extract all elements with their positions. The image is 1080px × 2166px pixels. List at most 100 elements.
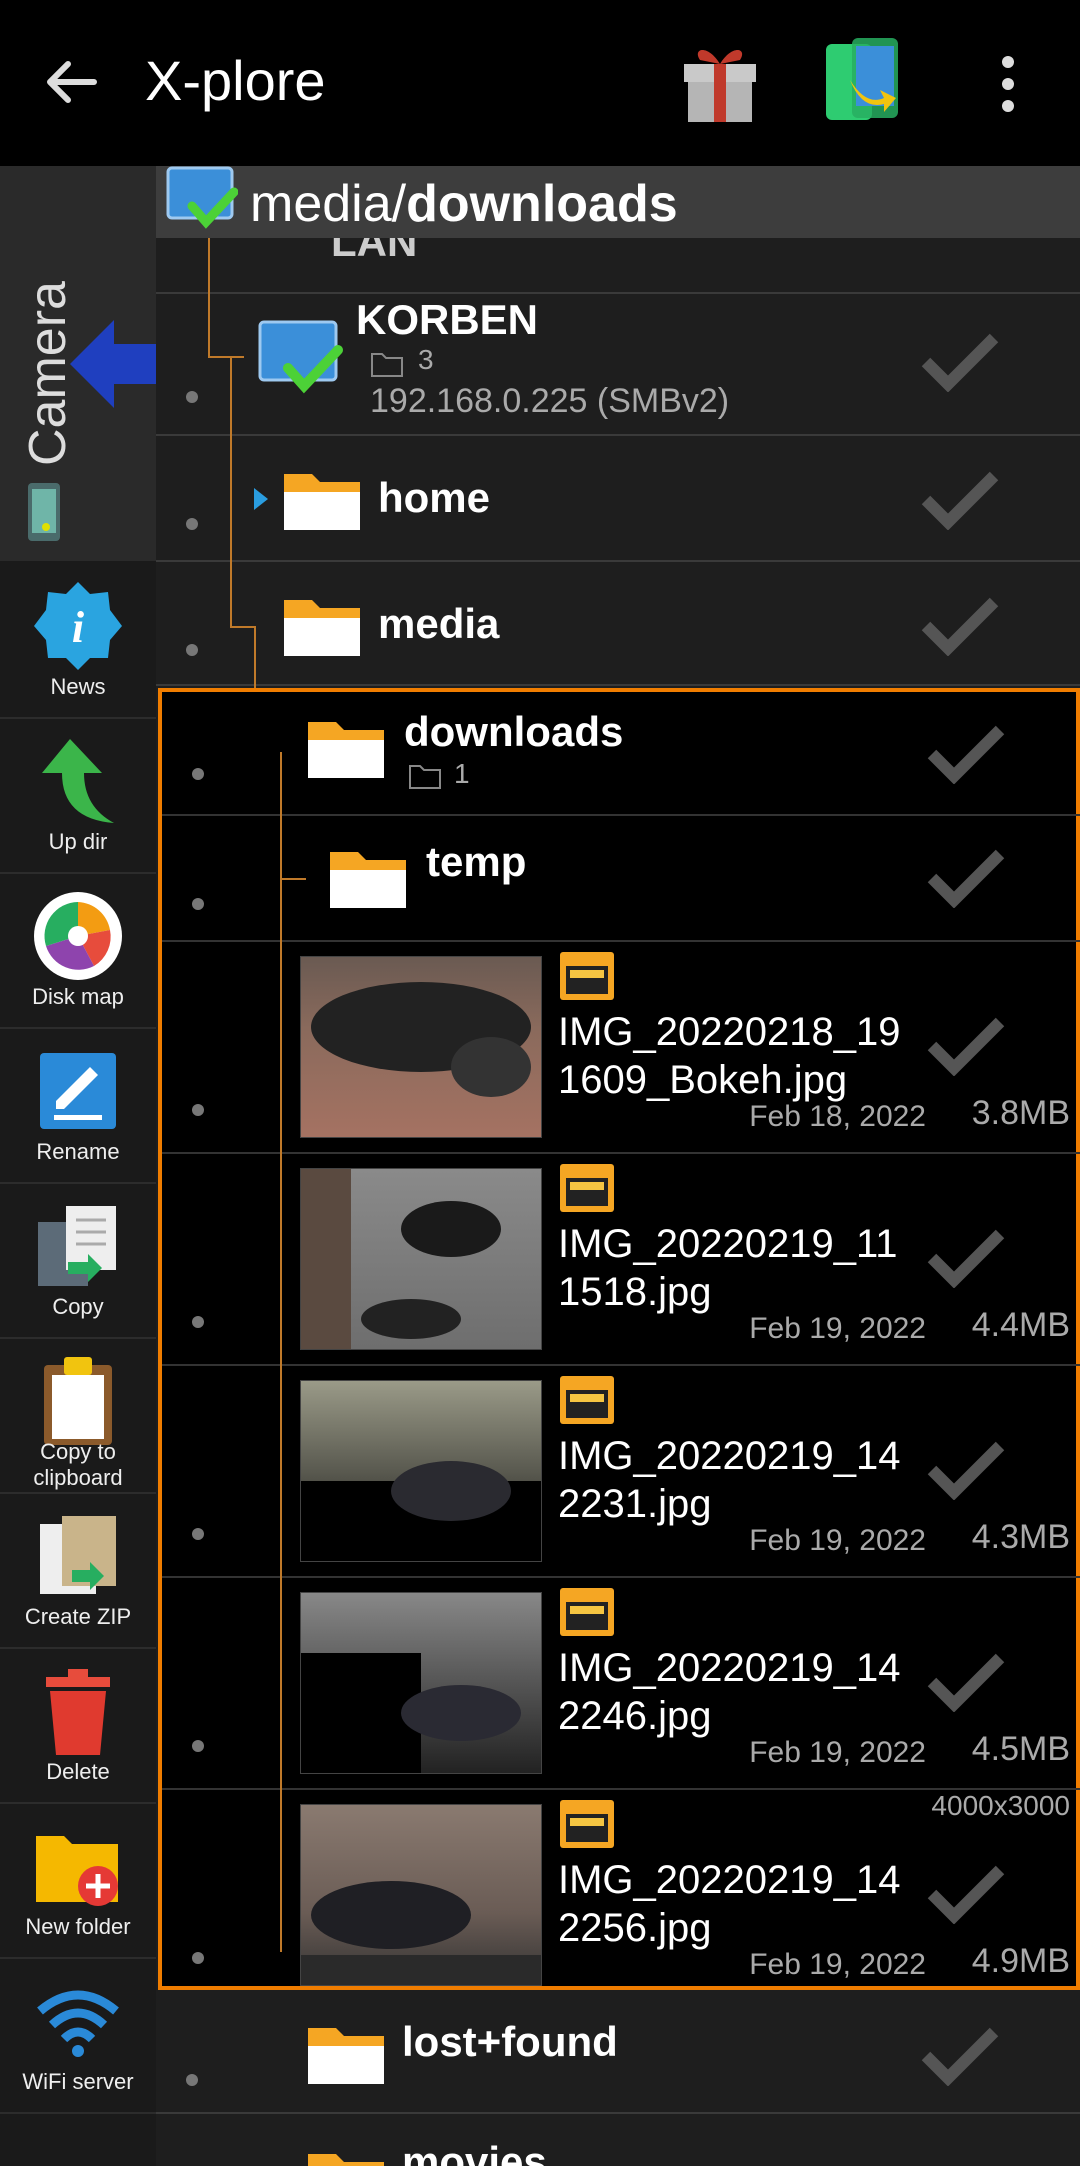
tree-line	[280, 878, 306, 880]
app-bar: X-plore	[0, 0, 1080, 166]
file-date: Feb 19, 2022	[749, 1524, 926, 1557]
folder-row-movies[interactable]: movies	[156, 2116, 1080, 2166]
file-name: IMG_20220219_14 2231.jpg	[558, 1434, 901, 1526]
file-name: IMG_20220219_14 2256.jpg	[558, 1858, 901, 1950]
row-dot	[186, 391, 198, 403]
folder-outline-icon	[371, 353, 403, 377]
file-row[interactable]: IMG_20220219_14 2256.jpg Feb 19, 2022 4.9…	[162, 1790, 1080, 1988]
folder-row-home[interactable]: home	[156, 438, 1080, 562]
expand-arrow-icon[interactable]	[252, 486, 270, 512]
row-dot	[192, 1740, 204, 1752]
wifi-server-button[interactable]: WiFi server	[0, 1959, 156, 2114]
file-date: Feb 18, 2022	[749, 1100, 926, 1133]
check-icon[interactable]	[920, 470, 1000, 530]
server-name: KORBEN	[356, 296, 539, 343]
file-size: 4.4MB	[971, 1306, 1070, 1344]
file-date: Feb 19, 2022	[749, 1736, 926, 1769]
folder-row-media[interactable]: media	[156, 564, 1080, 686]
image-thumbnail	[300, 1592, 542, 1774]
up-dir-label: Up dir	[48, 829, 108, 854]
check-icon[interactable]	[920, 2026, 1000, 2086]
tree-line	[208, 238, 210, 356]
back-arrow-icon[interactable]	[40, 50, 104, 114]
check-icon[interactable]	[926, 1016, 1006, 1076]
file-row[interactable]: IMG_20220219_14 2246.jpg Feb 19, 2022 4.5…	[162, 1580, 1080, 1790]
image-thumbnail	[300, 1168, 542, 1350]
news-button[interactable]: i News	[0, 564, 156, 719]
file-date: Feb 19, 2022	[749, 1948, 926, 1981]
row-dot	[192, 1952, 204, 1964]
row-dot	[192, 1316, 204, 1328]
path-header[interactable]: media/downloads	[156, 166, 1080, 238]
copy-label: Copy	[52, 1294, 104, 1319]
image-file-icon	[560, 1376, 614, 1424]
camera-tab[interactable]: Camera	[0, 166, 156, 561]
svg-text:i: i	[72, 603, 85, 652]
file-name: IMG_20220219_14 2246.jpg	[558, 1646, 901, 1738]
check-icon[interactable]	[926, 1440, 1006, 1500]
rename-button[interactable]: Rename	[0, 1029, 156, 1184]
delete-button[interactable]: Delete	[0, 1649, 156, 1804]
image-dimensions: 4000x3000	[931, 1790, 1070, 1821]
file-row[interactable]: IMG_20220219_14 2231.jpg Feb 19, 2022 4.3…	[162, 1368, 1080, 1578]
folder-icon	[308, 2154, 384, 2166]
file-size: 3.8MB	[971, 1094, 1070, 1132]
tree-line	[208, 356, 244, 358]
check-icon[interactable]	[926, 724, 1006, 784]
clipboard-icon	[44, 1357, 112, 1445]
create-zip-button[interactable]: Create ZIP	[0, 1494, 156, 1649]
row-dot	[192, 768, 204, 780]
folder-name: downloads	[404, 708, 624, 755]
image-file-icon	[560, 1800, 614, 1848]
folder-row-temp[interactable]: temp	[162, 818, 1080, 942]
server-address: 192.168.0.225 (SMBv2)	[370, 382, 730, 420]
new-folder-label: New folder	[25, 1914, 131, 1939]
folder-name: media	[378, 600, 500, 647]
copy-to-clipboard-label: Copy to clipboard	[33, 1439, 123, 1490]
left-arrow-icon	[70, 320, 156, 408]
phone-transfer-icon[interactable]	[822, 36, 902, 126]
phone-icon	[28, 483, 60, 541]
folder-name: lost+found	[402, 2018, 618, 2065]
row-dot	[186, 644, 198, 656]
trash-icon	[46, 1669, 110, 1755]
rename-label: Rename	[36, 1139, 120, 1164]
lan-row[interactable]: LAN	[156, 238, 1080, 294]
copy-button[interactable]: Copy	[0, 1184, 156, 1339]
check-icon[interactable]	[926, 1228, 1006, 1288]
folder-icon	[308, 722, 384, 778]
file-row[interactable]: IMG_20220219_11 1518.jpg Feb 19, 2022 4.4…	[162, 1156, 1080, 1366]
gift-icon[interactable]	[678, 38, 762, 124]
current-path: media/downloads	[250, 175, 678, 233]
file-size: 4.3MB	[971, 1518, 1070, 1556]
folder-row-downloads[interactable]: downloads 1	[162, 692, 1080, 816]
tree-line	[280, 752, 282, 1952]
check-icon[interactable]	[920, 332, 1000, 392]
news-label: News	[50, 674, 106, 699]
folder-icon	[284, 600, 360, 656]
file-row[interactable]: IMG_20220218_19 1609_Bokeh.jpg Feb 18, 20…	[162, 944, 1080, 1154]
folder-icon	[284, 474, 360, 530]
folder-name: temp	[426, 838, 527, 885]
pencil-icon	[40, 1053, 116, 1129]
new-folder-button[interactable]: New folder	[0, 1804, 156, 1959]
folder-row-lost-found[interactable]: lost+found	[156, 1990, 1080, 2114]
image-file-icon	[560, 1588, 614, 1636]
more-options-icon[interactable]	[990, 54, 1026, 114]
row-dot	[186, 518, 198, 530]
info-icon: i	[34, 582, 122, 670]
server-row[interactable]: KORBEN 3 192.168.0.225 (SMBv2)	[156, 296, 1080, 436]
folder-name: movies	[402, 2138, 547, 2166]
copy-to-clipboard-button[interactable]: Copy to clipboard	[0, 1339, 156, 1494]
folder-item-count: 1	[454, 758, 470, 789]
check-icon[interactable]	[920, 596, 1000, 656]
check-icon[interactable]	[926, 1652, 1006, 1712]
up-dir-button[interactable]: Up dir	[0, 719, 156, 874]
disk-map-button[interactable]: Disk map	[0, 874, 156, 1029]
new-folder-icon	[36, 1836, 118, 1906]
folder-outline-icon	[409, 765, 441, 789]
check-icon[interactable]	[926, 848, 1006, 908]
image-thumbnail	[300, 1380, 542, 1562]
check-icon[interactable]	[926, 1864, 1006, 1924]
delete-label: Delete	[46, 1759, 110, 1784]
